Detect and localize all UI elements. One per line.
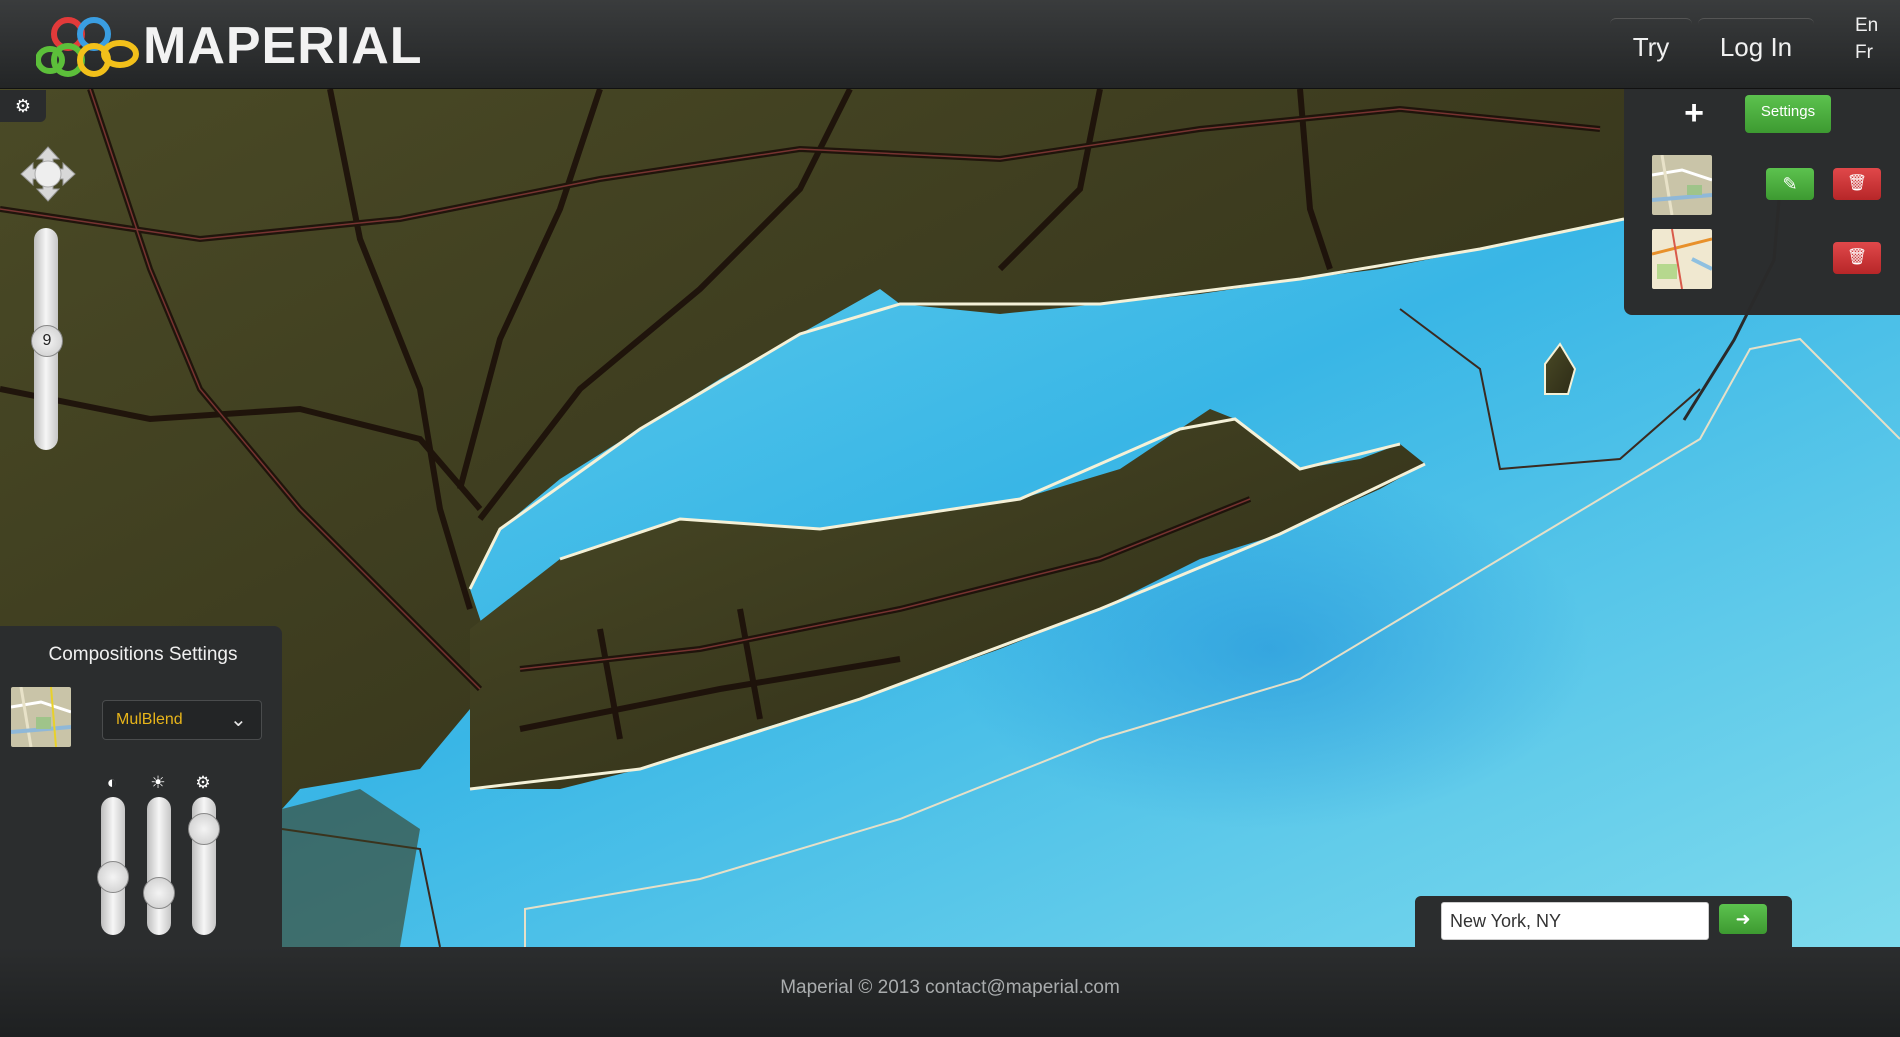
compositions-title: Compositions Settings (48, 644, 238, 665)
login-button[interactable]: Log In (1698, 18, 1814, 74)
search-bar: ➜ (1415, 896, 1792, 947)
footer-copyright: Maperial © 2013 contact@maperial.com (780, 977, 1120, 998)
map-settings-button[interactable]: ⚙ (0, 90, 46, 122)
trash-icon: 🗑 (1846, 249, 1868, 266)
layer-thumbnail-2[interactable] (1652, 229, 1712, 289)
contrast-icon: ◐ (106, 773, 118, 792)
layers-panel: + Settings ✎ 🗑 🗑 (1624, 89, 1900, 315)
gear-icon: ⚙ (195, 773, 211, 792)
language-en[interactable]: En (1855, 15, 1878, 37)
settings-button[interactable]: Settings (1745, 95, 1831, 133)
edit-icon: ✎ (1782, 174, 1798, 194)
chevron-down-icon: ⌄ (230, 709, 247, 731)
try-button[interactable]: Try (1610, 18, 1692, 74)
app-window: MAPERIAL Try Log In En Fr ⚙ 9 + Settings (0, 0, 1900, 1037)
arrow-right-icon: ➜ (1735, 909, 1751, 929)
layer-thumbnail-1[interactable] (1652, 155, 1712, 215)
contrast-slider-knob[interactable] (97, 860, 129, 893)
map-canvas[interactable] (0, 89, 1900, 947)
saturation-slider-knob[interactable] (188, 812, 220, 845)
brand-name: MAPERIAL (143, 17, 423, 75)
location-search-input[interactable] (1441, 902, 1709, 940)
brightness-slider[interactable] (147, 797, 171, 935)
brightness-slider-knob[interactable] (143, 876, 175, 909)
delete-layer-1-button[interactable]: 🗑 (1833, 168, 1881, 200)
blend-mode-select[interactable]: MulBlend ⌄ (102, 700, 262, 740)
add-layer-button[interactable]: + (1678, 94, 1710, 132)
edit-layer-button[interactable]: ✎ (1766, 168, 1814, 200)
compositions-settings-panel: Compositions Settings MulBlend ⌄ ◐ ☀ ⚙ (0, 626, 282, 947)
maperial-logo (36, 17, 139, 77)
brightness-icon: ☀ (150, 773, 166, 792)
pan-control[interactable] (19, 145, 77, 203)
delete-layer-2-button[interactable]: 🗑 (1833, 242, 1881, 274)
language-fr[interactable]: Fr (1855, 42, 1873, 64)
blend-mode-value: MulBlend (116, 711, 183, 728)
zoom-level-knob[interactable]: 9 (31, 325, 63, 357)
gear-icon: ⚙ (14, 96, 32, 116)
composition-thumbnail[interactable] (11, 687, 71, 747)
plus-icon: + (1684, 94, 1704, 132)
search-go-button[interactable]: ➜ (1719, 904, 1767, 934)
trash-icon: 🗑 (1846, 175, 1868, 192)
top-bar: MAPERIAL Try Log In En Fr (0, 0, 1900, 89)
footer: Maperial © 2013 contact@maperial.com (0, 947, 1900, 1037)
